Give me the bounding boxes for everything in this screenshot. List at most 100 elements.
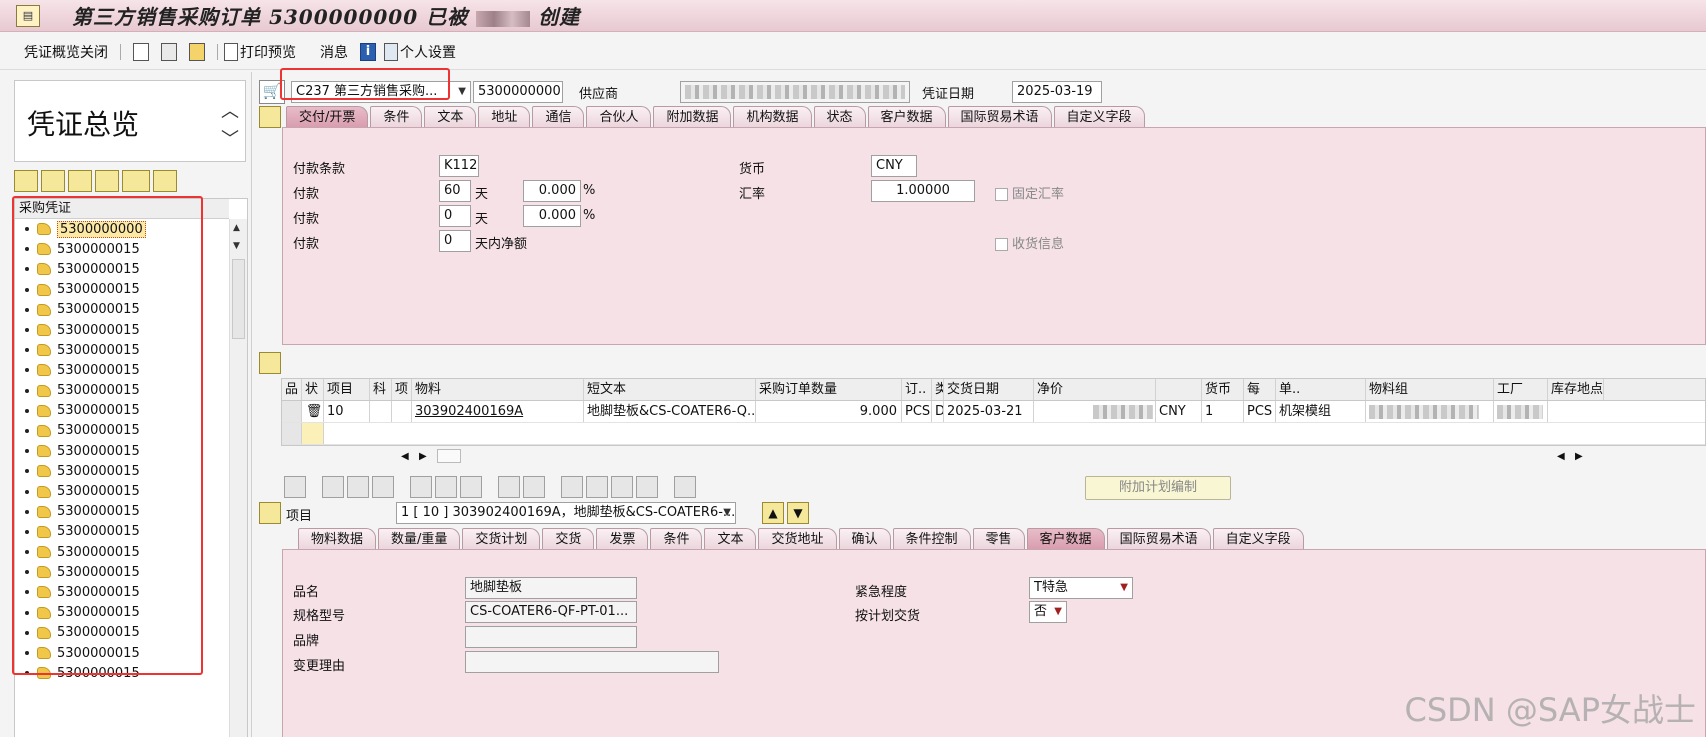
vendor-field[interactable] <box>680 81 911 103</box>
column-header[interactable]: 类 <box>932 379 944 400</box>
item-tab-6[interactable]: 文本 <box>704 528 757 550</box>
lock-icon[interactable] <box>435 476 457 498</box>
chevron-up-icon[interactable]: ︿ <box>221 97 239 123</box>
column-header[interactable] <box>1156 379 1202 400</box>
cell-category[interactable] <box>392 401 412 422</box>
column-header[interactable]: 工厂 <box>1494 379 1548 400</box>
item-detail-next-icon[interactable] <box>347 476 369 498</box>
column-header[interactable]: 交货日期 <box>944 379 1034 400</box>
row-selector[interactable] <box>282 423 302 444</box>
column-header[interactable]: 库存地点 <box>1548 379 1604 400</box>
scroll-up-icon[interactable]: ▲ <box>233 223 240 233</box>
column-header[interactable]: 物料组 <box>1366 379 1494 400</box>
change-display-icon[interactable] <box>161 42 177 61</box>
header-tab-4[interactable]: 通信 <box>532 106 585 128</box>
item-tab-1[interactable]: 数量/重量 <box>378 528 461 550</box>
cell-currency[interactable]: CNY <box>1156 401 1202 422</box>
header-tab-3[interactable]: 地址 <box>478 106 531 128</box>
cell-unit[interactable]: PCS <box>902 401 932 422</box>
payment3-days-field[interactable]: 0 <box>439 230 471 252</box>
cell-per[interactable]: 1 <box>1202 401 1244 422</box>
copy-icon[interactable] <box>498 476 520 498</box>
cell-order-unit[interactable]: PCS <box>1244 401 1276 422</box>
sort-desc-icon[interactable] <box>586 476 608 498</box>
header-tab-0[interactable]: 交付/开票 <box>286 106 369 128</box>
product-name-field[interactable]: 地脚垫板 <box>465 577 637 599</box>
po-number-field[interactable]: 5300000000 <box>473 81 563 103</box>
cell-item[interactable]: 10 <box>324 401 370 422</box>
item-tab-7[interactable]: 交货地址 <box>758 528 837 550</box>
cell-storage-location[interactable] <box>1494 401 1548 422</box>
item-tab-4[interactable]: 发票 <box>596 528 649 550</box>
delete-icon[interactable] <box>410 476 432 498</box>
column-header[interactable]: 净价 <box>1034 379 1156 400</box>
unlock-icon[interactable] <box>460 476 482 498</box>
fixed-rate-checkbox[interactable]: 固定汇率 <box>995 183 1064 202</box>
header-tab-9[interactable]: 客户数据 <box>867 106 946 128</box>
column-header[interactable]: 品 <box>282 379 302 400</box>
filter-more-icon[interactable] <box>636 476 658 498</box>
previous-item-button[interactable]: ▲ <box>762 502 784 524</box>
scroll-thumb[interactable] <box>437 449 461 463</box>
table-row[interactable]: 🗑 10 303902400169A 地脚垫板&CS-COATER6-Q... … <box>282 401 1705 423</box>
item-tab-8[interactable]: 确认 <box>838 528 891 550</box>
column-header[interactable]: 项目 <box>324 379 370 400</box>
item-tab-2[interactable]: 交货计划 <box>462 528 541 550</box>
overview-close-button[interactable]: 凭证概览关闭 <box>24 42 108 62</box>
item-tab-5[interactable]: 条件 <box>650 528 703 550</box>
print-icon[interactable] <box>224 42 238 61</box>
payment1-days-field[interactable]: 60 <box>439 180 471 202</box>
column-header[interactable]: 单.. <box>1276 379 1366 400</box>
filter-icon[interactable] <box>611 476 633 498</box>
grid-hscroll[interactable]: ◀ ▶ ◀ ▶ <box>281 448 1706 466</box>
scroll-down-icon[interactable]: ▼ <box>233 241 240 251</box>
header-tab-1[interactable]: 条件 <box>370 106 423 128</box>
item-tab-9[interactable]: 条件控制 <box>892 528 971 550</box>
print-preview-button[interactable]: 打印预览 <box>240 42 296 62</box>
item-tab-13[interactable]: 自定义字段 <box>1212 528 1304 550</box>
table-row[interactable] <box>282 423 1705 445</box>
header-collapse-icon[interactable] <box>259 106 281 128</box>
scroll-thumb[interactable] <box>232 259 245 339</box>
refresh-icon[interactable] <box>68 170 92 192</box>
column-header[interactable]: 科 <box>370 379 392 400</box>
layout-icon[interactable] <box>122 170 150 192</box>
header-tab-11[interactable]: 自定义字段 <box>1053 106 1145 128</box>
header-tab-8[interactable]: 状态 <box>813 106 866 128</box>
header-tab-5[interactable]: 合伙人 <box>586 106 652 128</box>
item-tab-0[interactable]: 物料数据 <box>298 528 377 550</box>
item-tab-12[interactable]: 国际贸易术语 <box>1106 528 1211 550</box>
header-tab-2[interactable]: 文本 <box>424 106 477 128</box>
column-header[interactable]: 状 <box>302 379 324 400</box>
more-functions-icon[interactable] <box>523 476 545 498</box>
currency-field[interactable]: CNY <box>871 155 917 177</box>
scheduled-delivery-dropdown[interactable]: 否 ▼ <box>1029 601 1067 623</box>
layout-settings-icon[interactable] <box>674 476 696 498</box>
column-header[interactable]: 项 <box>392 379 412 400</box>
header-tab-6[interactable]: 附加数据 <box>653 106 732 128</box>
chevron-down-icon[interactable]: ﹀ <box>221 125 239 151</box>
trash-icon[interactable]: 🗑 <box>302 401 324 422</box>
exchange-rate-field[interactable]: 1.00000 <box>871 180 975 202</box>
column-header[interactable]: 每 <box>1244 379 1276 400</box>
column-header[interactable]: 采购订单数量 <box>756 379 902 400</box>
cell-d[interactable]: D <box>932 401 944 422</box>
cell-plant[interactable] <box>1366 401 1494 422</box>
header-tab-10[interactable]: 国际贸易术语 <box>947 106 1052 128</box>
scroll-right-icon[interactable]: ▶ <box>419 451 427 462</box>
scroll-right-icon-right[interactable]: ▶ <box>1575 451 1583 462</box>
info-icon[interactable]: i <box>360 42 376 61</box>
scroll-left-icon[interactable]: ◀ <box>401 451 409 462</box>
doc-date-field[interactable]: 2025-03-19 <box>1012 81 1103 103</box>
brand-field[interactable] <box>465 626 637 648</box>
cell-short-text[interactable]: 地脚垫板&CS-COATER6-Q... <box>584 401 756 422</box>
cell-net-price[interactable] <box>1034 401 1156 422</box>
spec-field[interactable]: CS-COATER6-QF-PT-01... <box>465 601 637 623</box>
item-overview-icon[interactable] <box>322 476 344 498</box>
column-header[interactable]: 订.. <box>902 379 932 400</box>
payment2-pct-field[interactable]: 0.000 <box>523 205 581 227</box>
personal-settings-icon[interactable] <box>384 42 398 61</box>
column-header[interactable]: 货币 <box>1202 379 1244 400</box>
item-select-dropdown[interactable]: 1 [ 10 ] 303902400169A，地脚垫板&CS-COATER6-.… <box>396 502 736 524</box>
items-collapse-icon[interactable] <box>259 352 281 374</box>
